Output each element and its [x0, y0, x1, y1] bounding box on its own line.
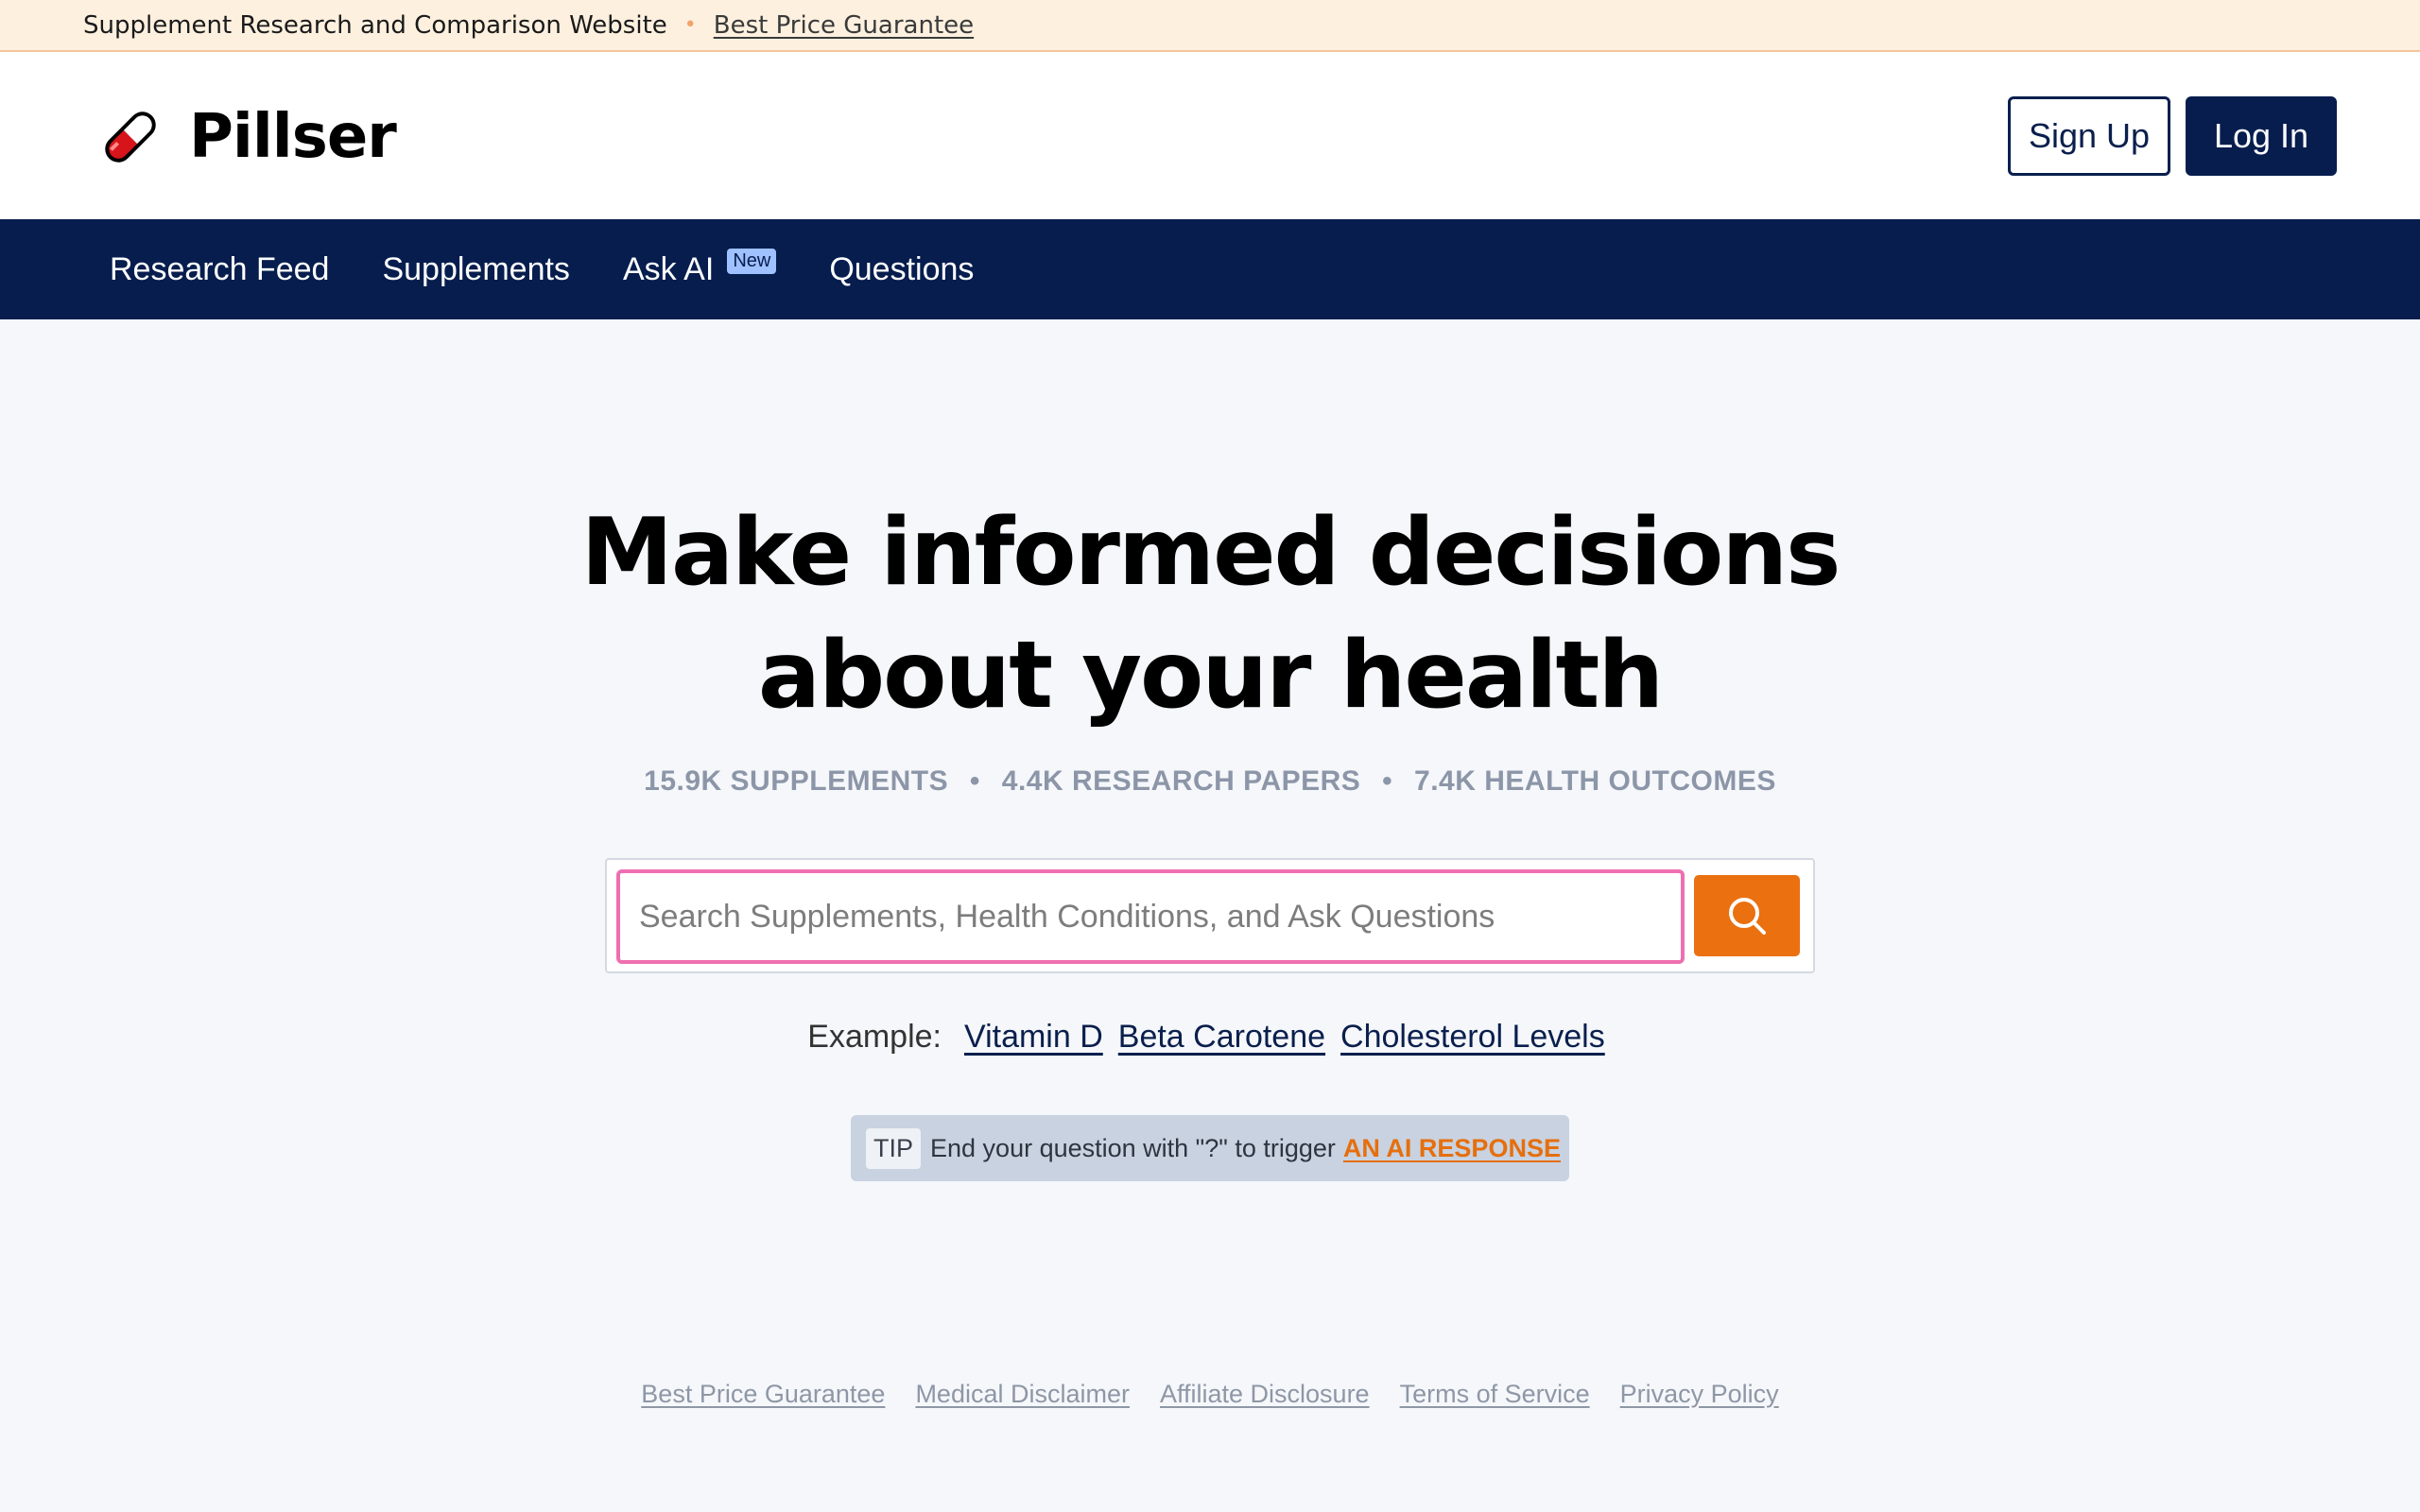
site-header: Pillser Sign Up Log In [0, 52, 2420, 219]
example-link-vitamin-d[interactable]: Vitamin D [964, 1019, 1103, 1056]
announcement-bar: Supplement Research and Comparison Websi… [0, 0, 2420, 52]
footer-link-privacy-policy[interactable]: Privacy Policy [1620, 1380, 1779, 1409]
nav-item-supplements[interactable]: Supplements [382, 251, 569, 288]
example-link-cholesterol-levels[interactable]: Cholesterol Levels [1340, 1019, 1605, 1056]
footer-link-best-price-guarantee[interactable]: Best Price Guarantee [641, 1380, 885, 1409]
new-badge: New [727, 248, 777, 274]
title-line-2: about your health [757, 622, 1664, 730]
examples-label: Example: [807, 1019, 942, 1055]
site-stats: 15.9K SUPPLEMENTS • 4.4K RESEARCH PAPERS… [0, 765, 2420, 798]
ai-response-link[interactable]: AN AI RESPONSE [1343, 1134, 1561, 1163]
search-examples: Example: Vitamin D Beta Carotene Cholest… [0, 1019, 2420, 1056]
tip-text: End your question with "?" to trigger [930, 1133, 1336, 1162]
logo[interactable]: Pillser [95, 101, 397, 173]
log-in-button[interactable]: Log In [2186, 96, 2337, 176]
search-box [605, 858, 1815, 973]
stat-separator: • [1382, 765, 1393, 797]
title-line-1: Make informed decisions [580, 499, 1841, 607]
best-price-guarantee-link[interactable]: Best Price Guarantee [714, 11, 974, 40]
stat-research-papers: 4.4K RESEARCH PAPERS [1001, 765, 1361, 797]
footer-link-affiliate-disclosure[interactable]: Affiliate Disclosure [1160, 1380, 1370, 1409]
nav-item-questions[interactable]: Questions [829, 251, 974, 288]
stat-supplements: 15.9K SUPPLEMENTS [644, 765, 949, 797]
pill-icon [105, 112, 156, 163]
search-icon [1729, 898, 1766, 935]
nav-item-research-feed[interactable]: Research Feed [110, 251, 329, 288]
footer-link-terms-of-service[interactable]: Terms of Service [1400, 1380, 1590, 1409]
tip-tag: TIP [866, 1127, 922, 1169]
search-button[interactable] [1694, 875, 1800, 956]
example-link-beta-carotene[interactable]: Beta Carotene [1118, 1019, 1325, 1056]
footer-links: Best Price Guarantee Medical Disclaimer … [0, 1380, 2420, 1409]
separator-dot: • [683, 13, 697, 37]
nav-item-label: Ask AI [622, 250, 715, 287]
nav-item-ask-ai[interactable]: Ask AI New [622, 248, 777, 288]
search-input[interactable] [616, 869, 1685, 964]
sign-up-button[interactable]: Sign Up [2008, 96, 2170, 176]
footer-link-medical-disclaimer[interactable]: Medical Disclaimer [915, 1380, 1130, 1409]
stat-health-outcomes: 7.4K HEALTH OUTCOMES [1414, 765, 1776, 797]
main-nav: Research Feed Supplements Ask AI New Ques… [0, 219, 2420, 319]
logo-text: Pillser [189, 102, 397, 172]
tip-banner: TIP End your question with "?" to trigge… [851, 1115, 1569, 1181]
site-tagline: Supplement Research and Comparison Websi… [83, 10, 667, 40]
page-title: Make informed decisions about your healt… [0, 491, 2420, 737]
stat-separator: • [969, 765, 980, 797]
